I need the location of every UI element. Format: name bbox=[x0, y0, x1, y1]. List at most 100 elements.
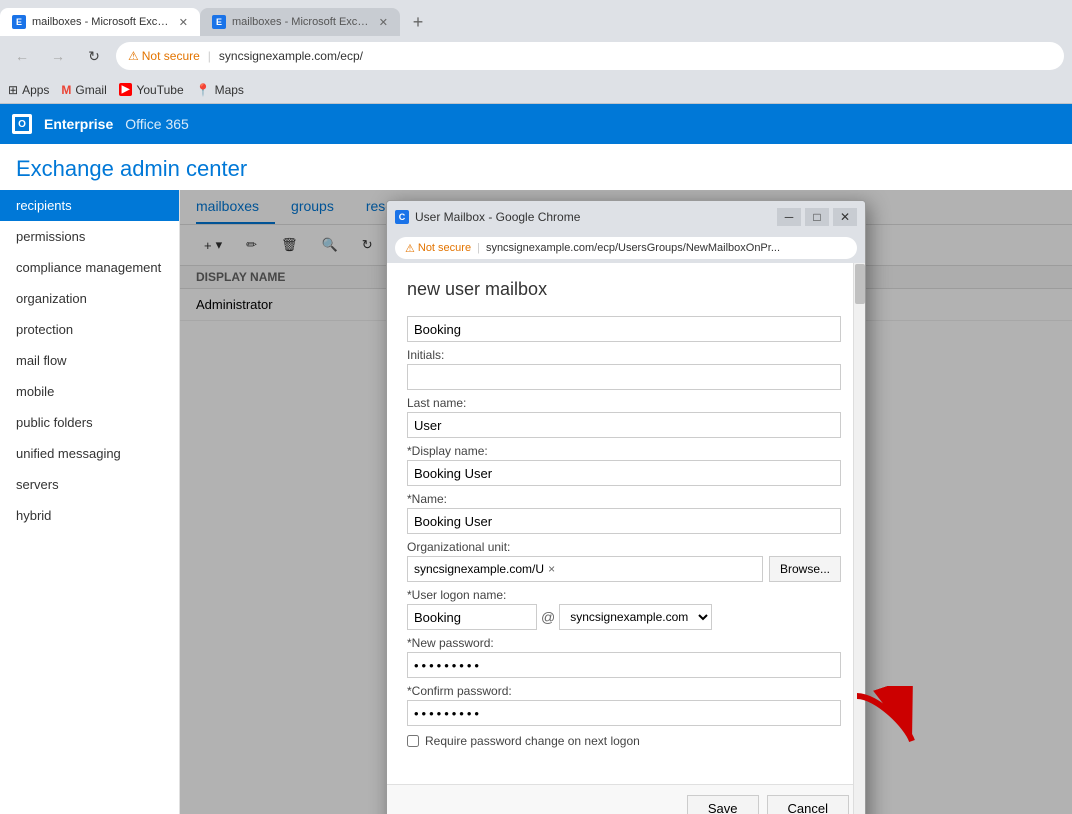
sidebar-item-servers[interactable]: servers bbox=[0, 469, 179, 500]
close-button[interactable]: ✕ bbox=[833, 208, 857, 226]
require-password-checkbox[interactable] bbox=[407, 735, 419, 747]
office-bar: O Enterprise Office 365 bbox=[0, 104, 1072, 144]
logon-name-input[interactable] bbox=[407, 604, 537, 630]
back-button[interactable]: ← bbox=[8, 42, 36, 70]
inner-addr-box[interactable]: ⚠ Not secure | syncsignexample.com/ecp/U… bbox=[395, 237, 857, 259]
sidebar-item-public-folders[interactable]: public folders bbox=[0, 407, 179, 438]
eac-title: Exchange admin center bbox=[16, 156, 1056, 182]
tab-bar: E mailboxes - Microsoft Exchange ✕ E mai… bbox=[0, 0, 1072, 36]
minimize-button[interactable]: ─ bbox=[777, 208, 801, 226]
bookmark-youtube[interactable]: ▶ YouTube bbox=[119, 83, 184, 97]
modal-scroll-area[interactable]: Initials: Last name: bbox=[407, 316, 845, 768]
last-name-group: Last name: bbox=[407, 396, 841, 438]
office-logo-inner: O bbox=[15, 117, 29, 131]
sidebar-item-organization[interactable]: organization bbox=[0, 283, 179, 314]
new-tab-button[interactable]: + bbox=[404, 8, 432, 36]
org-unit-group: Organizational unit: syncsignexample.com… bbox=[407, 540, 841, 582]
bookmark-gmail[interactable]: M Gmail bbox=[61, 83, 106, 97]
address-url: syncsignexample.com/ecp/ bbox=[219, 49, 363, 63]
bookmark-maps[interactable]: 📍 Maps bbox=[196, 83, 244, 97]
inner-title-text: User Mailbox - Google Chrome bbox=[415, 210, 580, 224]
tab-1[interactable]: E mailboxes - Microsoft Exchange ✕ bbox=[0, 8, 200, 36]
forward-button[interactable]: → bbox=[44, 42, 72, 70]
display-name-input[interactable] bbox=[407, 460, 841, 486]
domain-select[interactable]: syncsignexample.com bbox=[559, 604, 712, 630]
logon-label: *User logon name: bbox=[407, 588, 841, 602]
tab-2-title: mailboxes - Microsoft Exchange bbox=[232, 16, 369, 28]
inner-warning-icon: ⚠ bbox=[405, 242, 415, 255]
tab-2[interactable]: E mailboxes - Microsoft Exchange ✕ bbox=[200, 8, 400, 36]
window-controls: ─ □ ✕ bbox=[777, 208, 857, 226]
office-product: Office 365 bbox=[125, 116, 189, 132]
org-unit-clear[interactable]: × bbox=[548, 562, 555, 576]
display-name-group: *Display name: bbox=[407, 444, 841, 486]
inner-address-bar: ⚠ Not secure | syncsignexample.com/ecp/U… bbox=[387, 233, 865, 263]
eac-header: Exchange admin center bbox=[0, 144, 1072, 190]
sidebar-item-compliance[interactable]: compliance management bbox=[0, 252, 179, 283]
display-name-label: *Display name: bbox=[407, 444, 841, 458]
address-separator: | bbox=[208, 49, 211, 63]
youtube-icon: ▶ bbox=[119, 83, 133, 96]
scroll-thumb bbox=[855, 264, 865, 304]
reload-button[interactable]: ↻ bbox=[80, 42, 108, 70]
org-unit-field: syncsignexample.com/U × bbox=[407, 556, 763, 582]
sidebar-item-hybrid[interactable]: hybrid bbox=[0, 500, 179, 531]
maps-label: Maps bbox=[215, 83, 244, 97]
cancel-button[interactable]: Cancel bbox=[767, 795, 849, 814]
address-box[interactable]: ⚠ Not secure | syncsignexample.com/ecp/ bbox=[116, 42, 1064, 70]
sidebar-item-mobile[interactable]: mobile bbox=[0, 376, 179, 407]
first-name-input[interactable] bbox=[407, 316, 841, 342]
require-password-label: Require password change on next logon bbox=[425, 734, 640, 748]
new-password-input[interactable] bbox=[407, 652, 841, 678]
org-unit-label: Organizational unit: bbox=[407, 540, 841, 554]
inner-browser-body: new user mailbox bbox=[387, 263, 865, 814]
initials-input[interactable] bbox=[407, 364, 841, 390]
sidebar-item-permissions[interactable]: permissions bbox=[0, 221, 179, 252]
first-name-group bbox=[407, 316, 841, 342]
apps-icon: ⊞ bbox=[8, 83, 18, 97]
gmail-label: Gmail bbox=[75, 83, 106, 97]
inner-browser-titlebar: C User Mailbox - Google Chrome ─ □ ✕ bbox=[387, 201, 865, 233]
logon-row: @ syncsignexample.com bbox=[407, 604, 841, 630]
maximize-button[interactable]: □ bbox=[805, 208, 829, 226]
name-group: *Name: bbox=[407, 492, 841, 534]
sidebar-item-protection[interactable]: protection bbox=[0, 314, 179, 345]
sidebar-item-mail-flow[interactable]: mail flow bbox=[0, 345, 179, 376]
inner-browser-title: C User Mailbox - Google Chrome bbox=[395, 210, 580, 224]
last-name-input[interactable] bbox=[407, 412, 841, 438]
modal-title: new user mailbox bbox=[407, 279, 845, 300]
office-logo: O bbox=[12, 114, 32, 134]
tab-1-close[interactable]: ✕ bbox=[179, 16, 188, 29]
tab-1-favicon: E bbox=[12, 15, 26, 29]
new-password-label: *New password: bbox=[407, 636, 841, 650]
new-password-group: *New password: bbox=[407, 636, 841, 678]
save-button[interactable]: Save bbox=[687, 795, 759, 814]
bookmark-apps[interactable]: ⊞ Apps bbox=[8, 83, 49, 97]
inner-security-indicator: ⚠ Not secure bbox=[405, 242, 471, 255]
tab-2-close[interactable]: ✕ bbox=[379, 16, 388, 29]
sidebar: recipients permissions compliance manage… bbox=[0, 190, 180, 814]
inner-separator: | bbox=[477, 242, 480, 254]
name-input[interactable] bbox=[407, 508, 841, 534]
confirm-password-input[interactable] bbox=[407, 700, 841, 726]
security-indicator: ⚠ Not secure bbox=[128, 49, 200, 63]
office-brand: Enterprise bbox=[44, 116, 113, 132]
scroll-track[interactable] bbox=[853, 263, 865, 814]
name-label: *Name: bbox=[407, 492, 841, 506]
modal-overlay: C User Mailbox - Google Chrome ─ □ ✕ bbox=[180, 190, 1072, 814]
page-content: O Enterprise Office 365 Exchange admin c… bbox=[0, 104, 1072, 814]
initials-group: Initials: bbox=[407, 348, 841, 390]
org-unit-value: syncsignexample.com/U bbox=[414, 562, 544, 576]
at-sign: @ bbox=[541, 609, 555, 625]
confirm-password-group: *Confirm password: bbox=[407, 684, 841, 726]
logon-group: *User logon name: @ syncsignexample.com bbox=[407, 588, 841, 630]
browser-window: E mailboxes - Microsoft Exchange ✕ E mai… bbox=[0, 0, 1072, 814]
modal-footer: Save Cancel bbox=[387, 784, 865, 814]
youtube-label: YouTube bbox=[136, 83, 183, 97]
sidebar-item-recipients[interactable]: recipients bbox=[0, 190, 179, 221]
not-secure-label: Not secure bbox=[142, 49, 200, 63]
require-password-row: Require password change on next logon bbox=[407, 734, 841, 748]
form-area: new user mailbox bbox=[387, 263, 865, 814]
sidebar-item-unified-messaging[interactable]: unified messaging bbox=[0, 438, 179, 469]
browse-button[interactable]: Browse... bbox=[769, 556, 841, 582]
